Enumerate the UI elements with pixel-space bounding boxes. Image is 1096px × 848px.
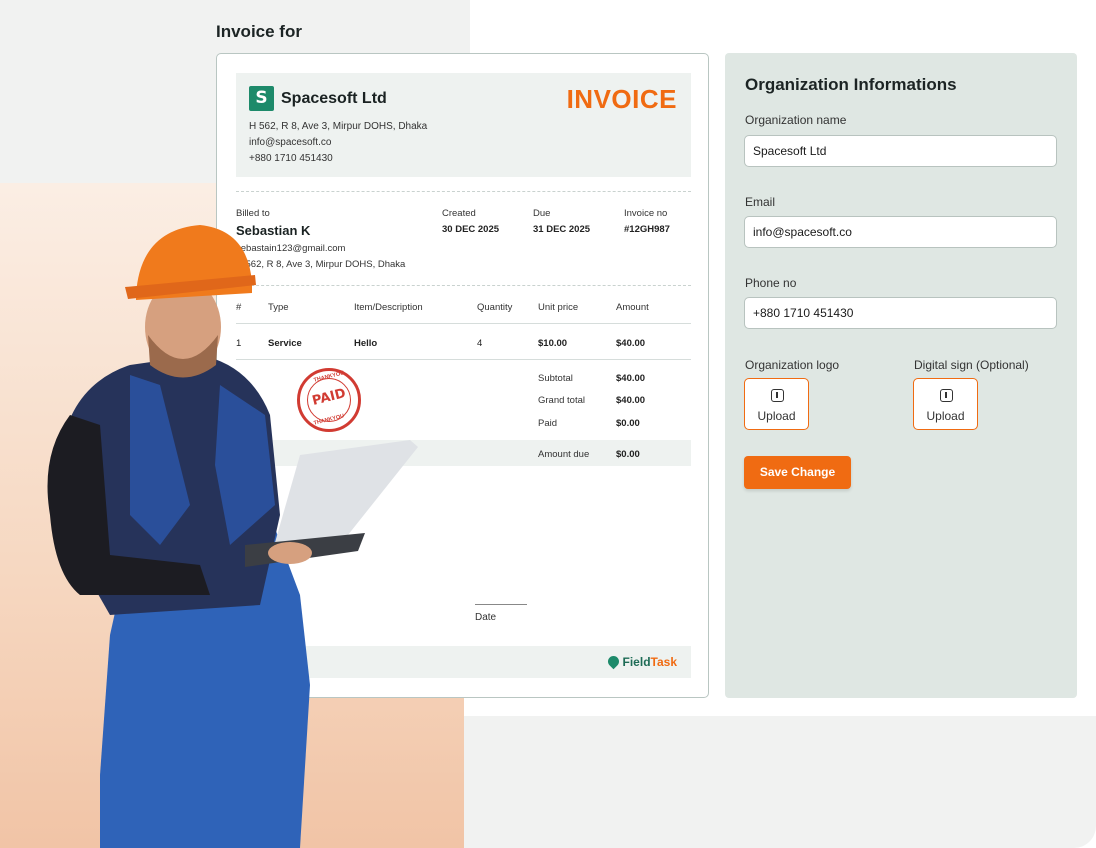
worker-photo <box>47 225 418 848</box>
due-value: 31 DEC 2025 <box>533 224 591 235</box>
invoice-no-label: Invoice no <box>624 208 668 219</box>
digital-sign-label: Digital sign (Optional) <box>914 358 1029 372</box>
grand-total-label: Grand total <box>538 395 585 406</box>
invoice-heading: INVOICE <box>566 84 677 114</box>
fieldtask-logo: FieldTask <box>605 653 677 670</box>
organization-panel: Organization Informations Organization n… <box>725 53 1077 698</box>
org-name-input[interactable] <box>744 135 1057 167</box>
signature-line <box>475 604 527 605</box>
row-unit-price: $10.00 <box>538 338 568 349</box>
background-bottom <box>464 716 1096 848</box>
company-name: Spacesoft Ltd <box>281 90 387 107</box>
upload-sign-button[interactable]: Upload <box>913 378 978 430</box>
invoice-no-value: #12GH987 <box>624 224 670 235</box>
company-email: info@spacesoft.co <box>249 137 332 148</box>
amount-due-value: $0.00 <box>616 449 640 460</box>
org-logo-label: Organization logo <box>745 358 840 372</box>
company-address: H 562, R 8, Ave 3, Mirpur DOHS, Dhaka <box>249 121 428 132</box>
subtotal-value: $40.00 <box>616 373 646 384</box>
phone-label: Phone no <box>745 276 797 290</box>
row-quantity: 4 <box>477 338 483 349</box>
company-logo-icon: S <box>249 86 274 111</box>
upload-icon <box>940 389 953 402</box>
invoice-header: S Spacesoft Ltd H 562, R 8, Ave 3, Mirpu… <box>236 73 691 177</box>
upload-logo-button[interactable]: Upload <box>744 378 809 430</box>
org-name-label: Organization name <box>745 113 847 127</box>
upload-icon <box>771 389 784 402</box>
table-header-quantity: Quantity <box>477 302 513 313</box>
subtotal-label: Subtotal <box>538 373 573 384</box>
company-phone: +880 1710 451430 <box>249 153 333 164</box>
brand-task: Task <box>650 655 677 669</box>
table-header-unit-price: Unit price <box>538 302 579 313</box>
due-label: Due <box>533 208 551 219</box>
date-label: Date <box>475 612 497 623</box>
table-header-amount: Amount <box>616 302 649 313</box>
page-title: Invoice for <box>216 22 302 41</box>
amount-due-label: Amount due <box>538 449 590 460</box>
email-label: Email <box>745 195 776 209</box>
upload-sign-label: Upload <box>926 409 965 423</box>
org-panel-title: Organization Informations <box>745 75 957 94</box>
created-value: 30 DEC 2025 <box>442 224 500 235</box>
upload-logo-label: Upload <box>757 409 796 423</box>
worker-figure <box>47 225 418 848</box>
created-label: Created <box>442 208 476 219</box>
divider <box>236 191 691 192</box>
paid-value: $0.00 <box>616 418 640 429</box>
paid-label: Paid <box>538 418 558 429</box>
row-amount: $40.00 <box>616 338 646 349</box>
grand-total-value: $40.00 <box>616 395 646 406</box>
brand-field: Field <box>622 655 651 669</box>
phone-input[interactable] <box>744 297 1057 329</box>
save-change-button[interactable]: Save Change <box>744 456 851 489</box>
fieldtask-pin-icon <box>605 653 621 670</box>
email-input[interactable] <box>744 216 1057 248</box>
